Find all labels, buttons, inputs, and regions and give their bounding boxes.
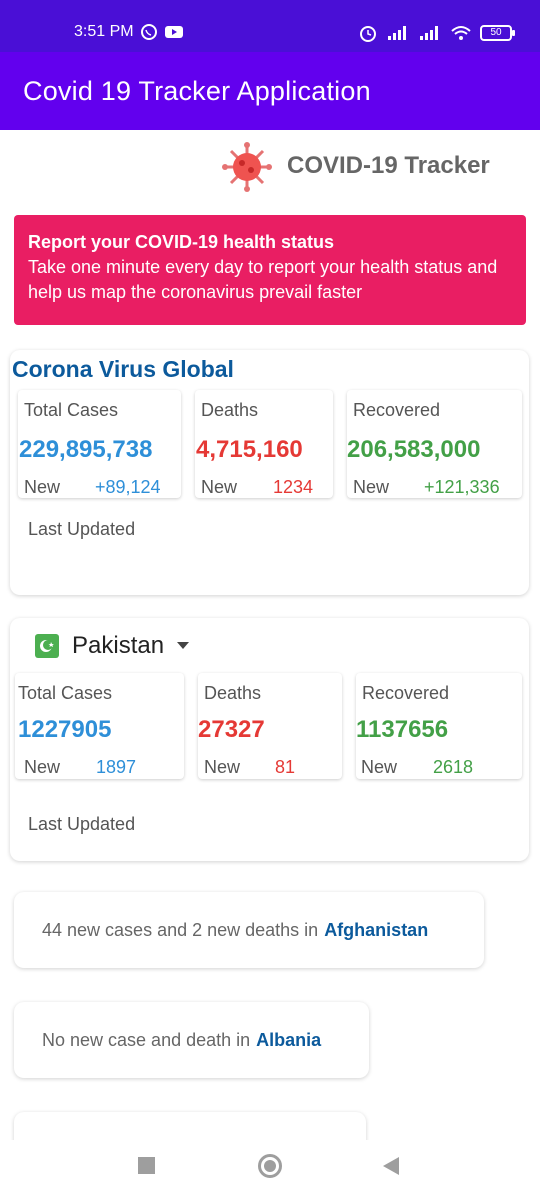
stat-new-value: 81 bbox=[275, 757, 296, 777]
stat-new-label: New bbox=[353, 477, 390, 497]
stat-value: 1137656 bbox=[356, 716, 449, 743]
stat-value: 27327 bbox=[198, 716, 265, 743]
status-bar: 3:51 PM 50 bbox=[0, 0, 540, 52]
country-deaths-box: Deaths 27327 New 81 bbox=[198, 673, 342, 779]
status-left-icons bbox=[140, 23, 184, 41]
global-deaths-box: Deaths 4,715,160 New 1234 bbox=[195, 390, 333, 498]
report-title: Report your COVID-19 health status bbox=[28, 232, 335, 252]
global-title: Corona Virus Global bbox=[12, 356, 234, 382]
stat-value: 1227905 bbox=[18, 716, 112, 743]
back-icon[interactable] bbox=[383, 1157, 399, 1175]
virus-icon bbox=[222, 142, 272, 192]
last-updated: Last Updated bbox=[28, 519, 136, 539]
youtube-icon bbox=[164, 23, 184, 41]
recent-apps-icon[interactable] bbox=[138, 1157, 155, 1174]
stat-new-value: 1897 bbox=[96, 757, 137, 777]
last-updated: Last Updated bbox=[28, 814, 136, 834]
stat-new-label: New bbox=[24, 477, 61, 497]
news-message: No new case and death in bbox=[42, 1030, 251, 1050]
country-stats-card: Pakistan Total Cases 1227905 New 1897 De… bbox=[10, 618, 529, 861]
global-total-cases-box: Total Cases 229,895,738 New +89,124 bbox=[18, 390, 181, 498]
home-icon[interactable] bbox=[258, 1154, 282, 1178]
stat-value: 4,715,160 bbox=[196, 436, 303, 463]
country-recovered-box: Recovered 1137656 New 2618 bbox=[356, 673, 522, 779]
chevron-down-icon[interactable] bbox=[177, 642, 189, 649]
status-right-icons: 50 bbox=[358, 23, 515, 43]
stat-new-value: +121,336 bbox=[424, 477, 500, 497]
battery-icon: 50 bbox=[480, 25, 515, 41]
news-text: 44 new cases and 2 new deaths in Afghanis… bbox=[42, 920, 428, 941]
stat-new-value: +89,124 bbox=[95, 477, 161, 497]
wifi-icon bbox=[450, 24, 472, 42]
country-select[interactable]: Pakistan bbox=[72, 632, 164, 660]
pakistan-flag-icon bbox=[35, 634, 59, 658]
stat-label: Recovered bbox=[362, 683, 450, 703]
country-total-cases-box: Total Cases 1227905 New 1897 bbox=[15, 673, 184, 779]
stat-new-value: 2618 bbox=[433, 757, 474, 777]
global-recovered-box: Recovered 206,583,000 New +121,336 bbox=[347, 390, 522, 498]
stat-label: Total Cases bbox=[18, 683, 113, 703]
stat-label: Recovered bbox=[353, 400, 441, 420]
status-time: 3:51 PM bbox=[74, 23, 134, 40]
news-text: No new case and death in Albania bbox=[42, 1030, 321, 1051]
brand-title: COVID-19 Tracker bbox=[287, 152, 490, 179]
signal-icon bbox=[386, 25, 410, 41]
system-nav-bar bbox=[0, 1140, 540, 1200]
stat-label: Total Cases bbox=[24, 400, 119, 420]
report-text: Take one minute every day to report your… bbox=[28, 257, 498, 302]
stat-new-value: 1234 bbox=[273, 477, 314, 497]
news-item[interactable]: No new case and death in Albania bbox=[14, 1002, 369, 1078]
app-bar: Covid 19 Tracker Application bbox=[0, 52, 540, 130]
alarm-icon bbox=[358, 23, 378, 43]
news-message: 44 new cases and 2 new deaths in bbox=[42, 920, 319, 940]
report-health-card[interactable]: Report your COVID-19 health status Take … bbox=[14, 215, 526, 325]
app-title: Covid 19 Tracker Application bbox=[23, 76, 371, 106]
news-country[interactable]: Afghanistan bbox=[324, 920, 428, 940]
news-item[interactable]: 44 new cases and 2 new deaths in Afghanis… bbox=[14, 892, 484, 968]
stat-label: Deaths bbox=[204, 683, 262, 703]
stat-value: 206,583,000 bbox=[347, 436, 481, 463]
stat-new-label: New bbox=[24, 757, 61, 777]
whatsapp-icon bbox=[140, 23, 158, 41]
stat-label: Deaths bbox=[201, 400, 259, 420]
stat-new-label: New bbox=[201, 477, 238, 497]
stat-new-label: New bbox=[361, 757, 398, 777]
stat-new-label: New bbox=[204, 757, 241, 777]
news-country[interactable]: Albania bbox=[256, 1030, 321, 1050]
stat-value: 229,895,738 bbox=[19, 436, 153, 463]
global-stats-card: Corona Virus Global Total Cases 229,895,… bbox=[10, 350, 529, 595]
signal-icon bbox=[418, 25, 442, 41]
